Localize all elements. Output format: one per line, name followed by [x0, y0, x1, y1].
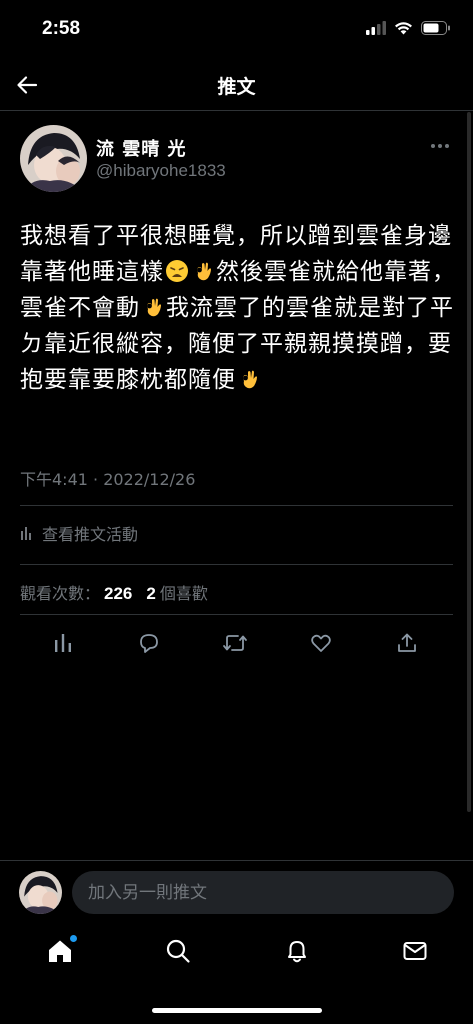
reply-icon	[140, 634, 158, 653]
view-tweet-activity-link[interactable]: 查看推文活動	[20, 521, 138, 545]
reply-button[interactable]	[135, 629, 163, 657]
search-icon	[166, 939, 190, 963]
page-title: 推文	[217, 76, 256, 98]
user-handle[interactable]: @hibaryohe1833	[96, 161, 226, 181]
tweet-timestamp[interactable]: 下午4:41 · 2022/12/26	[20, 466, 195, 490]
battery-icon	[421, 21, 450, 35]
weary-face-icon	[166, 260, 188, 282]
heart-icon	[311, 634, 331, 652]
more-dot-icon	[445, 144, 449, 148]
views-count: 226	[104, 584, 133, 603]
engagement-stats: 觀看次數： 226 2 個喜歡	[20, 580, 208, 604]
retweet-button[interactable]	[221, 629, 249, 657]
tab-home[interactable]	[44, 935, 77, 967]
analytics-button[interactable]	[49, 629, 77, 657]
tweet-actions	[0, 625, 473, 661]
tab-bar	[0, 925, 473, 985]
ok-hand-icon	[197, 262, 211, 281]
analytics-icon	[21, 527, 31, 540]
reply-input[interactable]	[72, 871, 454, 914]
scrollbar[interactable]	[467, 112, 471, 812]
tweet-text: 我想看了平很想睡覺，所以蹭到雲雀身邊靠著他睡這樣 然後雲雀就給他靠著，雲雀不會動…	[20, 218, 456, 398]
avatar[interactable]	[20, 125, 87, 192]
reply-avatar[interactable]	[19, 871, 62, 914]
header-divider	[0, 110, 473, 111]
ok-hand-icon	[243, 370, 257, 389]
signal-icon	[366, 21, 386, 35]
likes-count[interactable]: 2	[146, 584, 155, 604]
views-label: 觀看次數：	[20, 584, 101, 603]
activity-label: 查看推文活動	[42, 525, 139, 544]
mail-icon	[403, 942, 427, 960]
share-icon	[398, 633, 416, 652]
tab-notifications[interactable]	[281, 935, 313, 967]
ok-hand-icon	[147, 298, 161, 317]
divider	[20, 614, 453, 615]
nav-bar: 推文	[0, 60, 473, 110]
notification-dot	[70, 935, 77, 942]
retweet-icon	[223, 635, 247, 651]
status-time: 2:58	[42, 18, 81, 39]
status-bar: 2:58	[0, 0, 473, 60]
like-button[interactable]	[307, 629, 335, 657]
tab-messages[interactable]	[399, 935, 431, 967]
home-icon	[49, 940, 71, 962]
reply-divider	[0, 860, 473, 861]
divider	[20, 564, 453, 565]
divider	[20, 505, 453, 506]
tab-search[interactable]	[162, 935, 194, 967]
display-name[interactable]: 流 雲晴 光	[96, 135, 187, 161]
analytics-icon	[55, 634, 71, 652]
more-dot-icon	[438, 144, 442, 148]
more-options-button[interactable]	[431, 138, 451, 154]
status-icons	[366, 21, 451, 35]
reply-bar	[0, 862, 473, 920]
home-indicator[interactable]	[152, 1008, 322, 1013]
more-dot-icon	[431, 144, 435, 148]
wifi-icon	[395, 22, 412, 35]
likes-label[interactable]: 個喜歡	[160, 580, 208, 604]
bell-icon	[288, 941, 306, 963]
share-button[interactable]	[393, 629, 421, 657]
